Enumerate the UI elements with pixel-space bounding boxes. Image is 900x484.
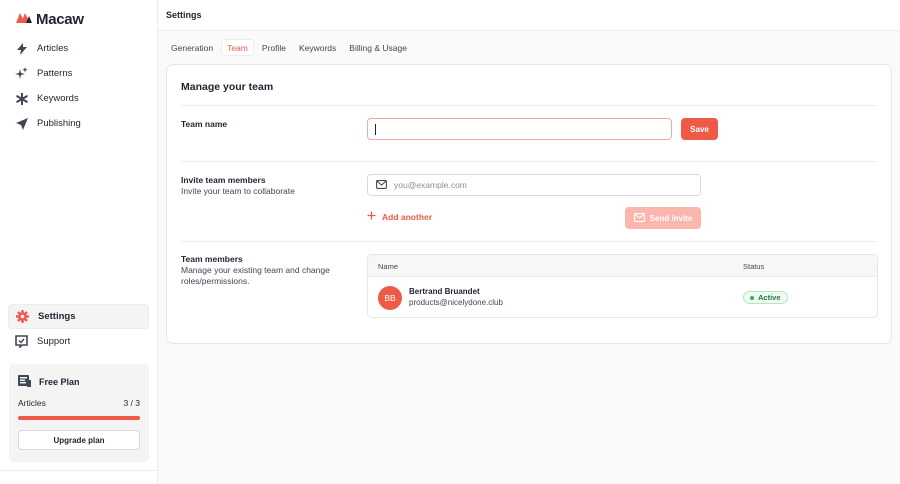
tab-profile[interactable]: Profile — [257, 39, 291, 56]
bolt-icon — [15, 42, 28, 55]
tab-generation[interactable]: Generation — [166, 39, 218, 56]
sidebar-item-label: Publishing — [37, 118, 81, 129]
send-invite-button[interactable]: Send invite — [625, 207, 701, 229]
members-table: Name Status BB Bertrand Bruandet product… — [367, 254, 878, 318]
app-logo[interactable]: Macaw — [16, 10, 84, 28]
status-badge: Active — [743, 291, 788, 304]
sidebar-item-label: Articles — [37, 43, 69, 54]
team-settings-card: Manage your team Team name Save Invite t… — [166, 64, 892, 344]
save-button[interactable]: Save — [681, 118, 718, 140]
team-name-label: Team name — [181, 119, 228, 129]
table-header: Name Status — [368, 255, 877, 277]
plan-usage-value: 3 / 3 — [123, 398, 140, 408]
app-name: Macaw — [36, 10, 84, 28]
plan-usage-row: Articles 3 / 3 — [18, 398, 140, 408]
invite-section-header: Invite team members Invite your team to … — [181, 175, 295, 197]
tab-keywords[interactable]: Keywords — [294, 39, 341, 56]
invite-email-placeholder: you@example.com — [394, 180, 467, 190]
column-header-status: Status — [743, 262, 765, 271]
mail-icon — [376, 179, 387, 191]
invite-email-input[interactable]: you@example.com — [367, 174, 701, 196]
status-dot-icon — [750, 295, 754, 300]
macaw-logo-icon — [16, 10, 32, 28]
divider — [181, 161, 877, 162]
column-header-name: Name — [378, 262, 399, 271]
section-heading: Manage your team — [181, 81, 274, 93]
paper-plane-icon — [15, 117, 28, 130]
member-email: products@nicelydone.club — [409, 298, 503, 307]
table-row[interactable]: BB Bertrand Bruandet products@nicelydone… — [368, 277, 877, 317]
sidebar-item-label: Support — [37, 336, 71, 347]
sidebar-item-label: Patterns — [37, 68, 73, 79]
sidebar-divider — [0, 470, 157, 471]
plan-title: Free Plan — [18, 374, 80, 389]
settings-tabs: Generation Team Profile Keywords Billing… — [166, 39, 412, 56]
asterisk-icon — [15, 92, 28, 105]
send-invite-label: Send invite — [649, 213, 693, 223]
top-bar: Settings — [158, 0, 900, 31]
plan-card: Free Plan Articles 3 / 3 Upgrade plan — [9, 364, 149, 462]
sidebar-nav: Articles Patterns Keywords Publishing — [8, 36, 149, 136]
add-another-button[interactable]: Add another — [367, 211, 432, 222]
sidebar-item-keywords[interactable]: Keywords — [8, 86, 149, 111]
sidebar-item-label: Keywords — [37, 93, 79, 104]
gear-icon — [16, 310, 29, 323]
plan-usage-progress-fill — [18, 416, 140, 420]
plus-icon — [367, 211, 376, 222]
invite-subtitle: Invite your team to collaborate — [181, 186, 295, 196]
sidebar-item-label: Settings — [38, 311, 76, 322]
members-subtitle: Manage your existing team and change rol… — [181, 265, 330, 286]
plan-usage-label: Articles — [18, 398, 46, 408]
mail-icon — [633, 212, 645, 224]
team-name-input[interactable] — [367, 118, 672, 140]
page-title: Settings — [166, 10, 202, 20]
sidebar: Macaw Articles Patterns Keywords Publish… — [0, 0, 158, 484]
upgrade-plan-button[interactable]: Upgrade plan — [18, 430, 140, 450]
sidebar-bottom-nav: Settings Support — [8, 304, 149, 354]
tab-team[interactable]: Team — [221, 39, 254, 56]
document-icon — [18, 374, 31, 389]
member-name: Bertrand Bruandet — [409, 287, 480, 296]
sparkles-icon — [15, 67, 28, 80]
sidebar-item-settings[interactable]: Settings — [8, 304, 149, 329]
sidebar-item-articles[interactable]: Articles — [8, 36, 149, 61]
divider — [181, 241, 877, 242]
members-title: Team members — [181, 254, 243, 264]
chat-icon — [15, 335, 28, 348]
status-label: Active — [758, 293, 781, 302]
plan-usage-progress — [18, 416, 140, 420]
invite-title: Invite team members — [181, 175, 266, 185]
text-caret — [375, 123, 376, 135]
sidebar-item-patterns[interactable]: Patterns — [8, 61, 149, 86]
divider — [181, 105, 877, 106]
avatar: BB — [378, 286, 402, 310]
add-another-label: Add another — [382, 211, 433, 222]
sidebar-item-publishing[interactable]: Publishing — [8, 111, 149, 136]
plan-name: Free Plan — [39, 376, 80, 387]
sidebar-item-support[interactable]: Support — [8, 329, 149, 354]
members-section-header: Team members Manage your existing team a… — [181, 254, 341, 287]
tab-billing-usage[interactable]: Billing & Usage — [344, 39, 412, 56]
